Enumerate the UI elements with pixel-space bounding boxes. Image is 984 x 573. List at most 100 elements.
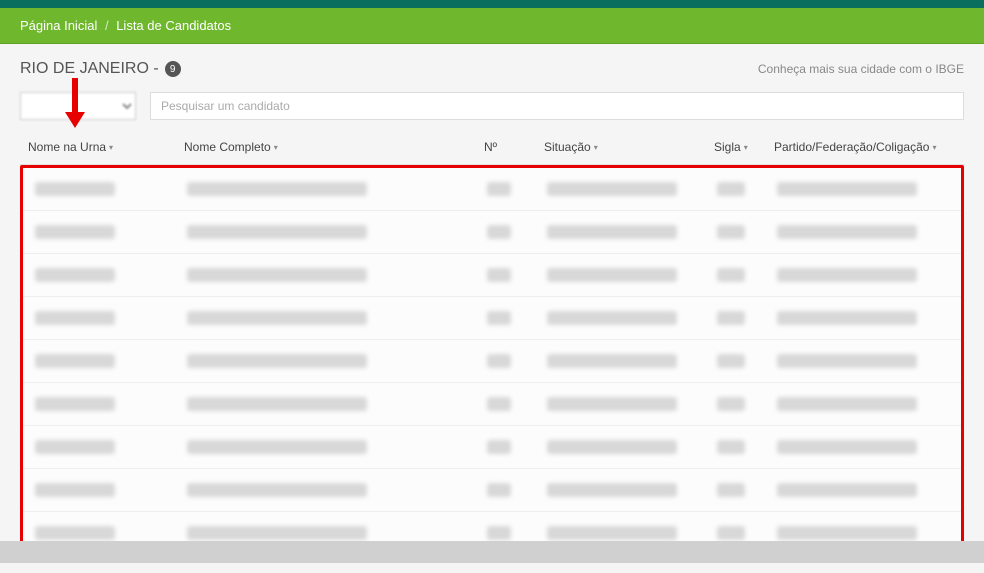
redacted-value (717, 354, 745, 368)
redacted-value (487, 440, 511, 454)
table-cell (717, 182, 777, 196)
column-label: Nome na Urna (28, 140, 106, 154)
count-badge: 9 (165, 61, 181, 77)
table-cell (487, 440, 547, 454)
table-cell (27, 182, 187, 196)
table-cell (717, 225, 777, 239)
redacted-value (717, 268, 745, 282)
redacted-value (717, 440, 745, 454)
table-cell (187, 526, 487, 540)
table-row[interactable] (23, 168, 961, 211)
table-cell (187, 440, 487, 454)
filter-select[interactable] (20, 92, 136, 120)
table-row[interactable] (23, 211, 961, 254)
table-row[interactable] (23, 340, 961, 383)
redacted-value (777, 311, 917, 325)
table-row[interactable] (23, 383, 961, 426)
page-title: RIO DE JANEIRO - 9 (20, 60, 181, 78)
footer-band (0, 541, 984, 563)
ibge-link[interactable]: Conheça mais sua cidade com o IBGE (758, 62, 964, 76)
table-header: Nome na Urna ▾ Nome Completo ▾ Nº Situaç… (20, 130, 964, 165)
table-cell (27, 354, 187, 368)
redacted-value (35, 526, 115, 540)
table-cell (27, 225, 187, 239)
redacted-value (187, 311, 367, 325)
column-label: Nome Completo (184, 140, 271, 154)
title-city: RIO DE JANEIRO - (20, 60, 159, 78)
table-cell (777, 526, 957, 540)
redacted-value (777, 182, 917, 196)
redacted-value (717, 182, 745, 196)
table-cell (717, 268, 777, 282)
table-cell (187, 182, 487, 196)
table-cell (717, 526, 777, 540)
sort-caret-icon: ▾ (594, 143, 598, 152)
table-cell (777, 182, 957, 196)
table-cell (717, 483, 777, 497)
table-cell (487, 268, 547, 282)
redacted-value (187, 483, 367, 497)
search-input[interactable] (150, 92, 964, 120)
redacted-value (35, 483, 115, 497)
redacted-value (777, 268, 917, 282)
redacted-value (187, 225, 367, 239)
column-situacao[interactable]: Situação ▾ (544, 140, 714, 154)
column-sigla[interactable]: Sigla ▾ (714, 140, 774, 154)
redacted-value (487, 526, 511, 540)
table-row[interactable] (23, 426, 961, 469)
redacted-value (777, 483, 917, 497)
redacted-value (487, 311, 511, 325)
table-cell (27, 397, 187, 411)
redacted-value (777, 397, 917, 411)
table-cell (777, 397, 957, 411)
breadcrumb-separator: / (105, 18, 109, 33)
redacted-value (487, 483, 511, 497)
table-cell (187, 483, 487, 497)
table-cell (487, 182, 547, 196)
table-row[interactable] (23, 469, 961, 512)
table-row[interactable] (23, 254, 961, 297)
table-cell (547, 268, 717, 282)
table-cell (187, 311, 487, 325)
column-label: Partido/Federação/Coligação (774, 140, 929, 154)
table-cell (547, 354, 717, 368)
sort-caret-icon: ▾ (274, 143, 278, 152)
table-cell (547, 526, 717, 540)
redacted-value (777, 526, 917, 540)
column-label: Sigla (714, 140, 741, 154)
redacted-value (487, 397, 511, 411)
column-label: Nº (484, 140, 497, 154)
table-cell (27, 440, 187, 454)
redacted-value (547, 311, 677, 325)
column-partido[interactable]: Partido/Federação/Coligação ▾ (774, 140, 960, 154)
redacted-value (35, 311, 115, 325)
table-cell (187, 268, 487, 282)
breadcrumb-home[interactable]: Página Inicial (20, 18, 97, 33)
table-cell (27, 526, 187, 540)
table-cell (187, 225, 487, 239)
top-accent-band (0, 0, 984, 8)
redacted-value (35, 354, 115, 368)
redacted-value (717, 526, 745, 540)
column-numero[interactable]: Nº (484, 140, 544, 154)
redacted-value (187, 526, 367, 540)
table-cell (717, 311, 777, 325)
table-cell (547, 311, 717, 325)
table-cell (187, 354, 487, 368)
table-cell (487, 354, 547, 368)
redacted-value (187, 397, 367, 411)
breadcrumb-bar: Página Inicial / Lista de Candidatos (0, 8, 984, 44)
sort-caret-icon: ▾ (744, 143, 748, 152)
redacted-value (717, 311, 745, 325)
table-cell (547, 440, 717, 454)
table-cell (27, 483, 187, 497)
redacted-value (187, 354, 367, 368)
table-cell (487, 526, 547, 540)
table-cell (547, 225, 717, 239)
table-cell (27, 311, 187, 325)
column-nome-completo[interactable]: Nome Completo ▾ (184, 140, 484, 154)
table-row[interactable] (23, 297, 961, 340)
sort-caret-icon: ▾ (932, 143, 936, 152)
table-cell (487, 225, 547, 239)
column-nome-urna[interactable]: Nome na Urna ▾ (24, 140, 184, 154)
